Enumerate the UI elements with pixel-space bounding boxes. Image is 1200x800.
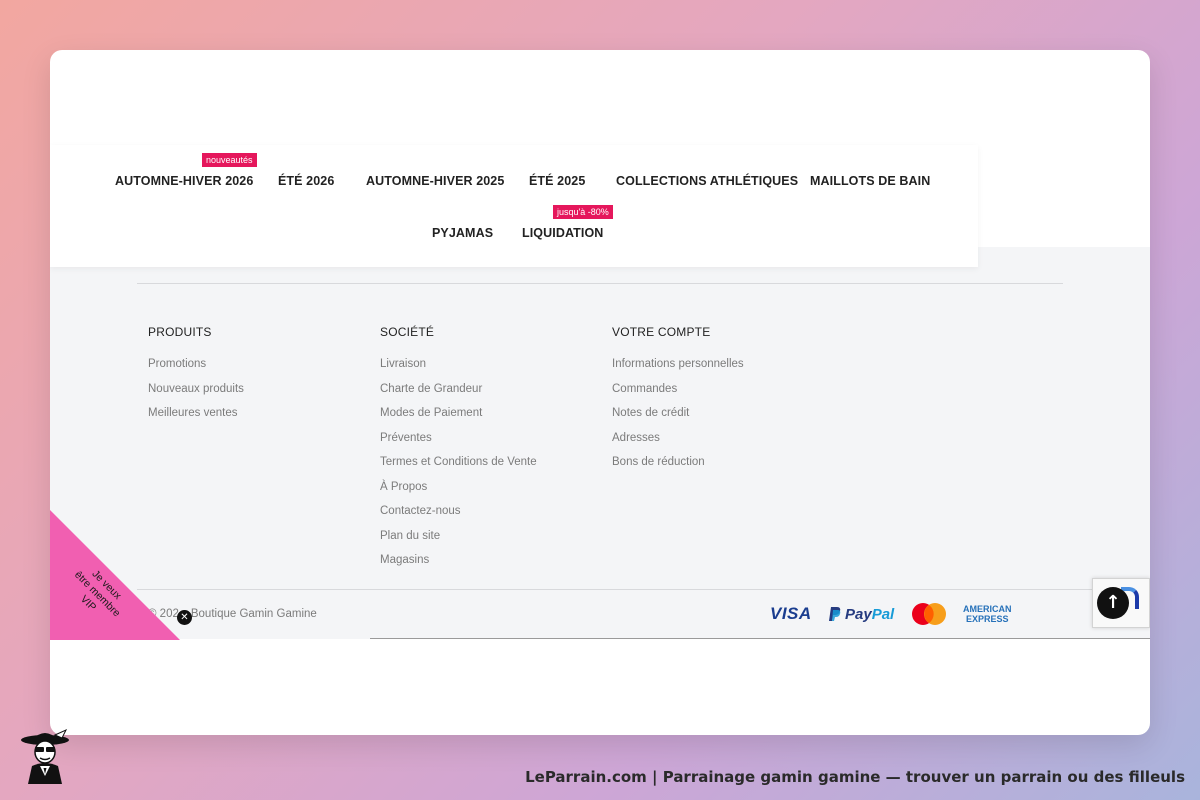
paypal-text-1: Pay bbox=[845, 605, 872, 623]
badge-sale: jusqu'à -80% bbox=[553, 205, 613, 219]
footer-link-a-propos[interactable]: À Propos bbox=[380, 480, 537, 505]
page-caption: LeParrain.com | Parrainage gamin gamine … bbox=[525, 768, 1185, 786]
footer-link-magasins[interactable]: Magasins bbox=[380, 553, 537, 578]
nav-collections-athletiques[interactable]: COLLECTIONS ATHLÉTIQUES bbox=[616, 174, 798, 188]
footer-column-title: PRODUITS bbox=[148, 325, 212, 339]
footer-column-votre-compte: VOTRE COMPTE Informations personnelles C… bbox=[612, 325, 744, 480]
nav-ete-2025[interactable]: ÉTÉ 2025 bbox=[529, 174, 585, 188]
footer-link-meilleures-ventes[interactable]: Meilleures ventes bbox=[148, 406, 244, 431]
nav-maillots-de-bain[interactable]: MAILLOTS DE BAIN bbox=[810, 174, 930, 188]
scroll-to-top-button[interactable]: ↑ bbox=[1097, 587, 1129, 619]
nav-pyjamas[interactable]: PYJAMAS bbox=[432, 226, 493, 240]
footer-background bbox=[50, 247, 1150, 639]
footer-link-modes-de-paiement[interactable]: Modes de Paiement bbox=[380, 406, 537, 431]
footer-divider-top bbox=[137, 283, 1063, 284]
footer-column-title: SOCIÉTÉ bbox=[380, 325, 435, 339]
visa-logo: VISA bbox=[770, 604, 812, 623]
amex-logo: AMERICAN EXPRESS bbox=[963, 602, 1012, 626]
amex-text-2: EXPRESS bbox=[965, 614, 1009, 624]
footer-link-livraison[interactable]: Livraison bbox=[380, 357, 537, 382]
footer-link-plan-du-site[interactable]: Plan du site bbox=[380, 529, 537, 554]
footer-link-adresses[interactable]: Adresses bbox=[612, 431, 744, 456]
paypal-logo: Pay Pal bbox=[828, 602, 894, 626]
paypal-text-2: Pal bbox=[871, 605, 895, 623]
footer-link-promotions[interactable]: Promotions bbox=[148, 357, 244, 382]
copyright-text: © 202 Boutique Gamin Gamine bbox=[148, 608, 317, 620]
nav-liquidation[interactable]: LIQUIDATION bbox=[522, 226, 603, 240]
bottom-border-line bbox=[370, 638, 1150, 639]
browser-card: nouveautés AUTOMNE-HIVER 2026 ÉTÉ 2026 A… bbox=[50, 50, 1150, 735]
nav-automne-hiver-2025[interactable]: AUTOMNE-HIVER 2025 bbox=[366, 174, 504, 188]
footer-divider-bottom bbox=[137, 589, 1150, 590]
footer-link-nouveaux-produits[interactable]: Nouveaux produits bbox=[148, 382, 244, 407]
mastercard-icon bbox=[912, 603, 946, 625]
footer-link-bons-de-reduction[interactable]: Bons de réduction bbox=[612, 455, 744, 480]
footer-link-preventes[interactable]: Préventes bbox=[380, 431, 537, 456]
footer-column-produits: PRODUITS Promotions Nouveaux produits Me… bbox=[148, 325, 244, 431]
footer-column-societe: SOCIÉTÉ Livraison Charte de Grandeur Mod… bbox=[380, 325, 537, 578]
nav-automne-hiver-2026[interactable]: AUTOMNE-HIVER 2026 bbox=[115, 174, 253, 188]
badge-new: nouveautés bbox=[202, 153, 257, 167]
footer-link-notes-de-credit[interactable]: Notes de crédit bbox=[612, 406, 744, 431]
mega-menu: nouveautés AUTOMNE-HIVER 2026 ÉTÉ 2026 A… bbox=[50, 145, 978, 267]
footer-link-termes-conditions[interactable]: Termes et Conditions de Vente bbox=[380, 455, 537, 480]
copyright-company: Boutique Gamin Gamine bbox=[190, 608, 317, 620]
footer-link-commandes[interactable]: Commandes bbox=[612, 382, 744, 407]
paypal-icon bbox=[829, 607, 841, 621]
close-icon[interactable]: ✕ bbox=[177, 610, 192, 625]
parrain-mascot-icon bbox=[21, 728, 69, 784]
footer-link-informations-personnelles[interactable]: Informations personnelles bbox=[612, 357, 744, 382]
amex-text-1: AMERICAN bbox=[963, 604, 1012, 614]
nav-ete-2026[interactable]: ÉTÉ 2026 bbox=[278, 174, 334, 188]
mastercard-logo bbox=[910, 602, 948, 626]
footer-link-charte-de-grandeur[interactable]: Charte de Grandeur bbox=[380, 382, 537, 407]
footer-link-contactez-nous[interactable]: Contactez-nous bbox=[380, 504, 537, 529]
footer-column-title: VOTRE COMPTE bbox=[612, 325, 711, 339]
